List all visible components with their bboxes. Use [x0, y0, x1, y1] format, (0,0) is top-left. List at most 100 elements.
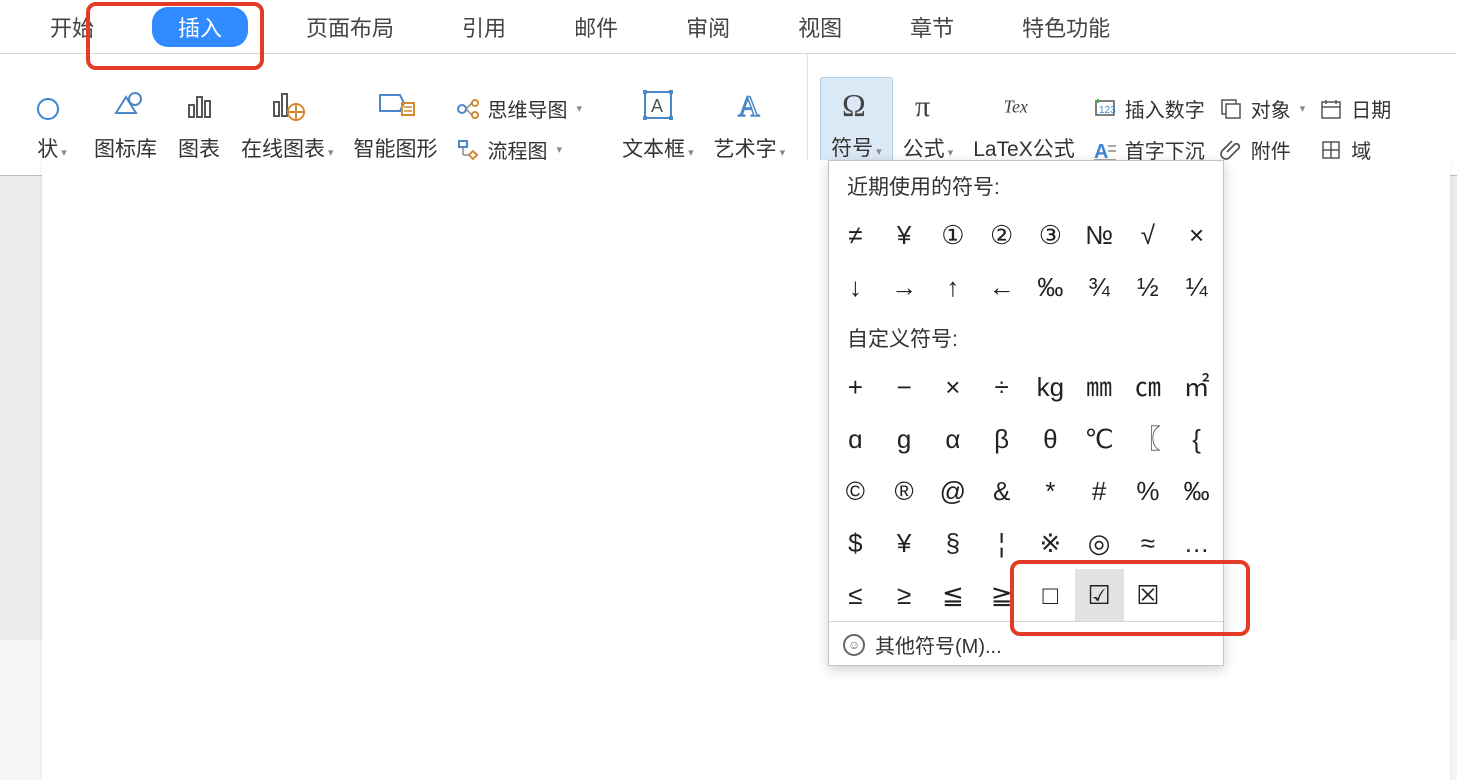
- chevron-down-icon: ▾: [61, 147, 67, 159]
- recent-symbols-header: 近期使用的符号:: [829, 161, 1223, 209]
- symbol-cell[interactable]: *: [1026, 465, 1075, 517]
- symbol-cell[interactable]: ㎜: [1075, 361, 1124, 413]
- formula-label: 公式: [903, 138, 945, 161]
- symbol-cell[interactable]: ɡ: [880, 413, 929, 465]
- wordart-button[interactable]: A 艺术字▾: [704, 79, 796, 167]
- mindmap-icon: [454, 95, 482, 123]
- symbol-cell[interactable]: √: [1124, 209, 1173, 261]
- symbol-cell[interactable]: ◎: [1075, 517, 1124, 569]
- symbol-cell[interactable]: ≧: [977, 569, 1026, 621]
- tab-insert[interactable]: 插入: [152, 7, 248, 47]
- symbol-cell[interactable]: ¥: [880, 517, 929, 569]
- symbol-cell[interactable]: ÷: [977, 361, 1026, 413]
- symbol-cell[interactable]: +: [831, 361, 880, 413]
- symbol-cell[interactable]: ¾: [1075, 261, 1124, 313]
- latex-button[interactable]: Tex LaTeX公式: [963, 79, 1085, 167]
- online-chart-button[interactable]: 在线图表▾: [231, 79, 344, 167]
- smartart-button[interactable]: 智能图形: [344, 79, 448, 167]
- symbol-cell[interactable]: ↓: [831, 261, 880, 313]
- date-button[interactable]: 日期: [1311, 91, 1397, 126]
- symbol-cell[interactable]: 〖: [1124, 413, 1173, 465]
- object-label: 对象: [1251, 94, 1291, 123]
- symbol-cell[interactable]: №: [1075, 209, 1124, 261]
- recent-symbols-grid: ≠¥①②③№√× ↓→↑←‰¾½¼: [829, 209, 1223, 313]
- chevron-down-icon: ▾: [1300, 102, 1306, 115]
- symbol-cell[interactable]: $: [831, 517, 880, 569]
- symbol-cell[interactable]: ®: [880, 465, 929, 517]
- tab-special[interactable]: 特色功能: [1012, 7, 1120, 47]
- formula-button[interactable]: π 公式▾: [893, 79, 964, 167]
- symbol-cell[interactable]: {: [1172, 413, 1221, 465]
- chevron-down-icon: ▾: [557, 143, 563, 156]
- tab-page-layout[interactable]: 页面布局: [296, 7, 404, 47]
- shapes-dropdown[interactable]: 状▾: [20, 79, 84, 167]
- smartart-label: 智能图形: [354, 133, 438, 163]
- symbol-cell[interactable]: ×: [929, 361, 978, 413]
- symbol-cell[interactable]: ㎡: [1172, 361, 1221, 413]
- symbol-cell[interactable]: β: [977, 413, 1026, 465]
- mindmap-button[interactable]: 思维导图 ▾: [448, 91, 589, 126]
- symbol-cell[interactable]: ×: [1172, 209, 1221, 261]
- symbol-cell[interactable]: ≥: [880, 569, 929, 621]
- more-symbols-row[interactable]: ☺ 其他符号(M)...: [829, 621, 1223, 665]
- symbol-cell[interactable]: ℃: [1075, 413, 1124, 465]
- symbol-cell[interactable]: ©: [831, 465, 880, 517]
- symbol-cell[interactable]: ②: [977, 209, 1026, 261]
- symbol-cell[interactable]: θ: [1026, 413, 1075, 465]
- tab-view[interactable]: 视图: [788, 7, 852, 47]
- symbol-label: 符号: [831, 137, 873, 160]
- symbol-dropdown-panel: 近期使用的符号: ≠¥①②③№√×↓→↑←‰¾½¼ 自定义符号: +−×÷kg㎜…: [828, 160, 1224, 666]
- symbol-cell[interactable]: …: [1172, 517, 1221, 569]
- symbol-cell[interactable]: α: [929, 413, 978, 465]
- tab-review[interactable]: 审阅: [676, 7, 740, 47]
- symbol-cell[interactable]: ①: [929, 209, 978, 261]
- chart-button[interactable]: 图表: [167, 79, 231, 167]
- svg-text:A: A: [738, 90, 760, 123]
- svg-text:π: π: [915, 90, 930, 123]
- symbol-cell[interactable]: [1172, 569, 1221, 621]
- tab-reference[interactable]: 引用: [452, 7, 516, 47]
- symbol-cell[interactable]: ↑: [929, 261, 978, 313]
- tab-mail[interactable]: 邮件: [564, 7, 628, 47]
- symbol-button[interactable]: Ω 符号▾: [820, 77, 893, 167]
- document-page[interactable]: [42, 160, 1450, 780]
- symbol-cell[interactable]: ¦: [977, 517, 1026, 569]
- textbox-button[interactable]: A 文本框▾: [612, 79, 704, 167]
- symbol-cell[interactable]: ¼: [1172, 261, 1221, 313]
- symbol-cell[interactable]: ½: [1124, 261, 1173, 313]
- symbol-cell[interactable]: %: [1124, 465, 1173, 517]
- insert-number-button[interactable]: 123 插入数字: [1085, 91, 1211, 126]
- symbol-cell[interactable]: ‰: [1172, 465, 1221, 517]
- icon-library-label: 图标库: [94, 133, 157, 163]
- symbol-cell[interactable]: @: [929, 465, 978, 517]
- svg-text:A: A: [651, 96, 663, 116]
- object-button[interactable]: 对象 ▾: [1211, 91, 1312, 126]
- symbol-cell[interactable]: ¥: [880, 209, 929, 261]
- symbol-cell[interactable]: &: [977, 465, 1026, 517]
- icon-library-icon: [104, 83, 148, 127]
- symbol-cell[interactable]: ≤: [831, 569, 880, 621]
- symbol-cell[interactable]: ɑ: [831, 413, 880, 465]
- symbol-cell[interactable]: ≠: [831, 209, 880, 261]
- symbol-cell[interactable]: →: [880, 261, 929, 313]
- symbol-cell[interactable]: ※: [1026, 517, 1075, 569]
- symbol-cell[interactable]: §: [929, 517, 978, 569]
- symbol-cell[interactable]: ≈: [1124, 517, 1173, 569]
- symbol-cell[interactable]: kg: [1026, 361, 1075, 413]
- symbol-cell[interactable]: ☑: [1075, 569, 1124, 621]
- icon-library-button[interactable]: 图标库: [84, 79, 167, 167]
- custom-symbols-grid: +−×÷kg㎜㎝㎡ ɑɡαβθ℃〖{ ©®@&*#%‰ $¥§¦※◎≈… ≤≥≦≧□☑☒: [829, 361, 1223, 621]
- symbol-cell[interactable]: ☒: [1124, 569, 1173, 621]
- symbol-cell[interactable]: ←: [977, 261, 1026, 313]
- smiley-icon: ☺: [843, 634, 865, 656]
- symbol-cell[interactable]: ‰: [1026, 261, 1075, 313]
- symbol-cell[interactable]: ㎝: [1124, 361, 1173, 413]
- symbol-cell[interactable]: ≦: [929, 569, 978, 621]
- tab-start[interactable]: 开始: [40, 7, 104, 47]
- symbol-cell[interactable]: −: [880, 361, 929, 413]
- tab-chapter[interactable]: 章节: [900, 7, 964, 47]
- symbol-cell[interactable]: ③: [1026, 209, 1075, 261]
- symbol-cell[interactable]: □: [1026, 569, 1075, 621]
- symbol-cell[interactable]: #: [1075, 465, 1124, 517]
- chevron-down-icon: ▾: [328, 147, 334, 159]
